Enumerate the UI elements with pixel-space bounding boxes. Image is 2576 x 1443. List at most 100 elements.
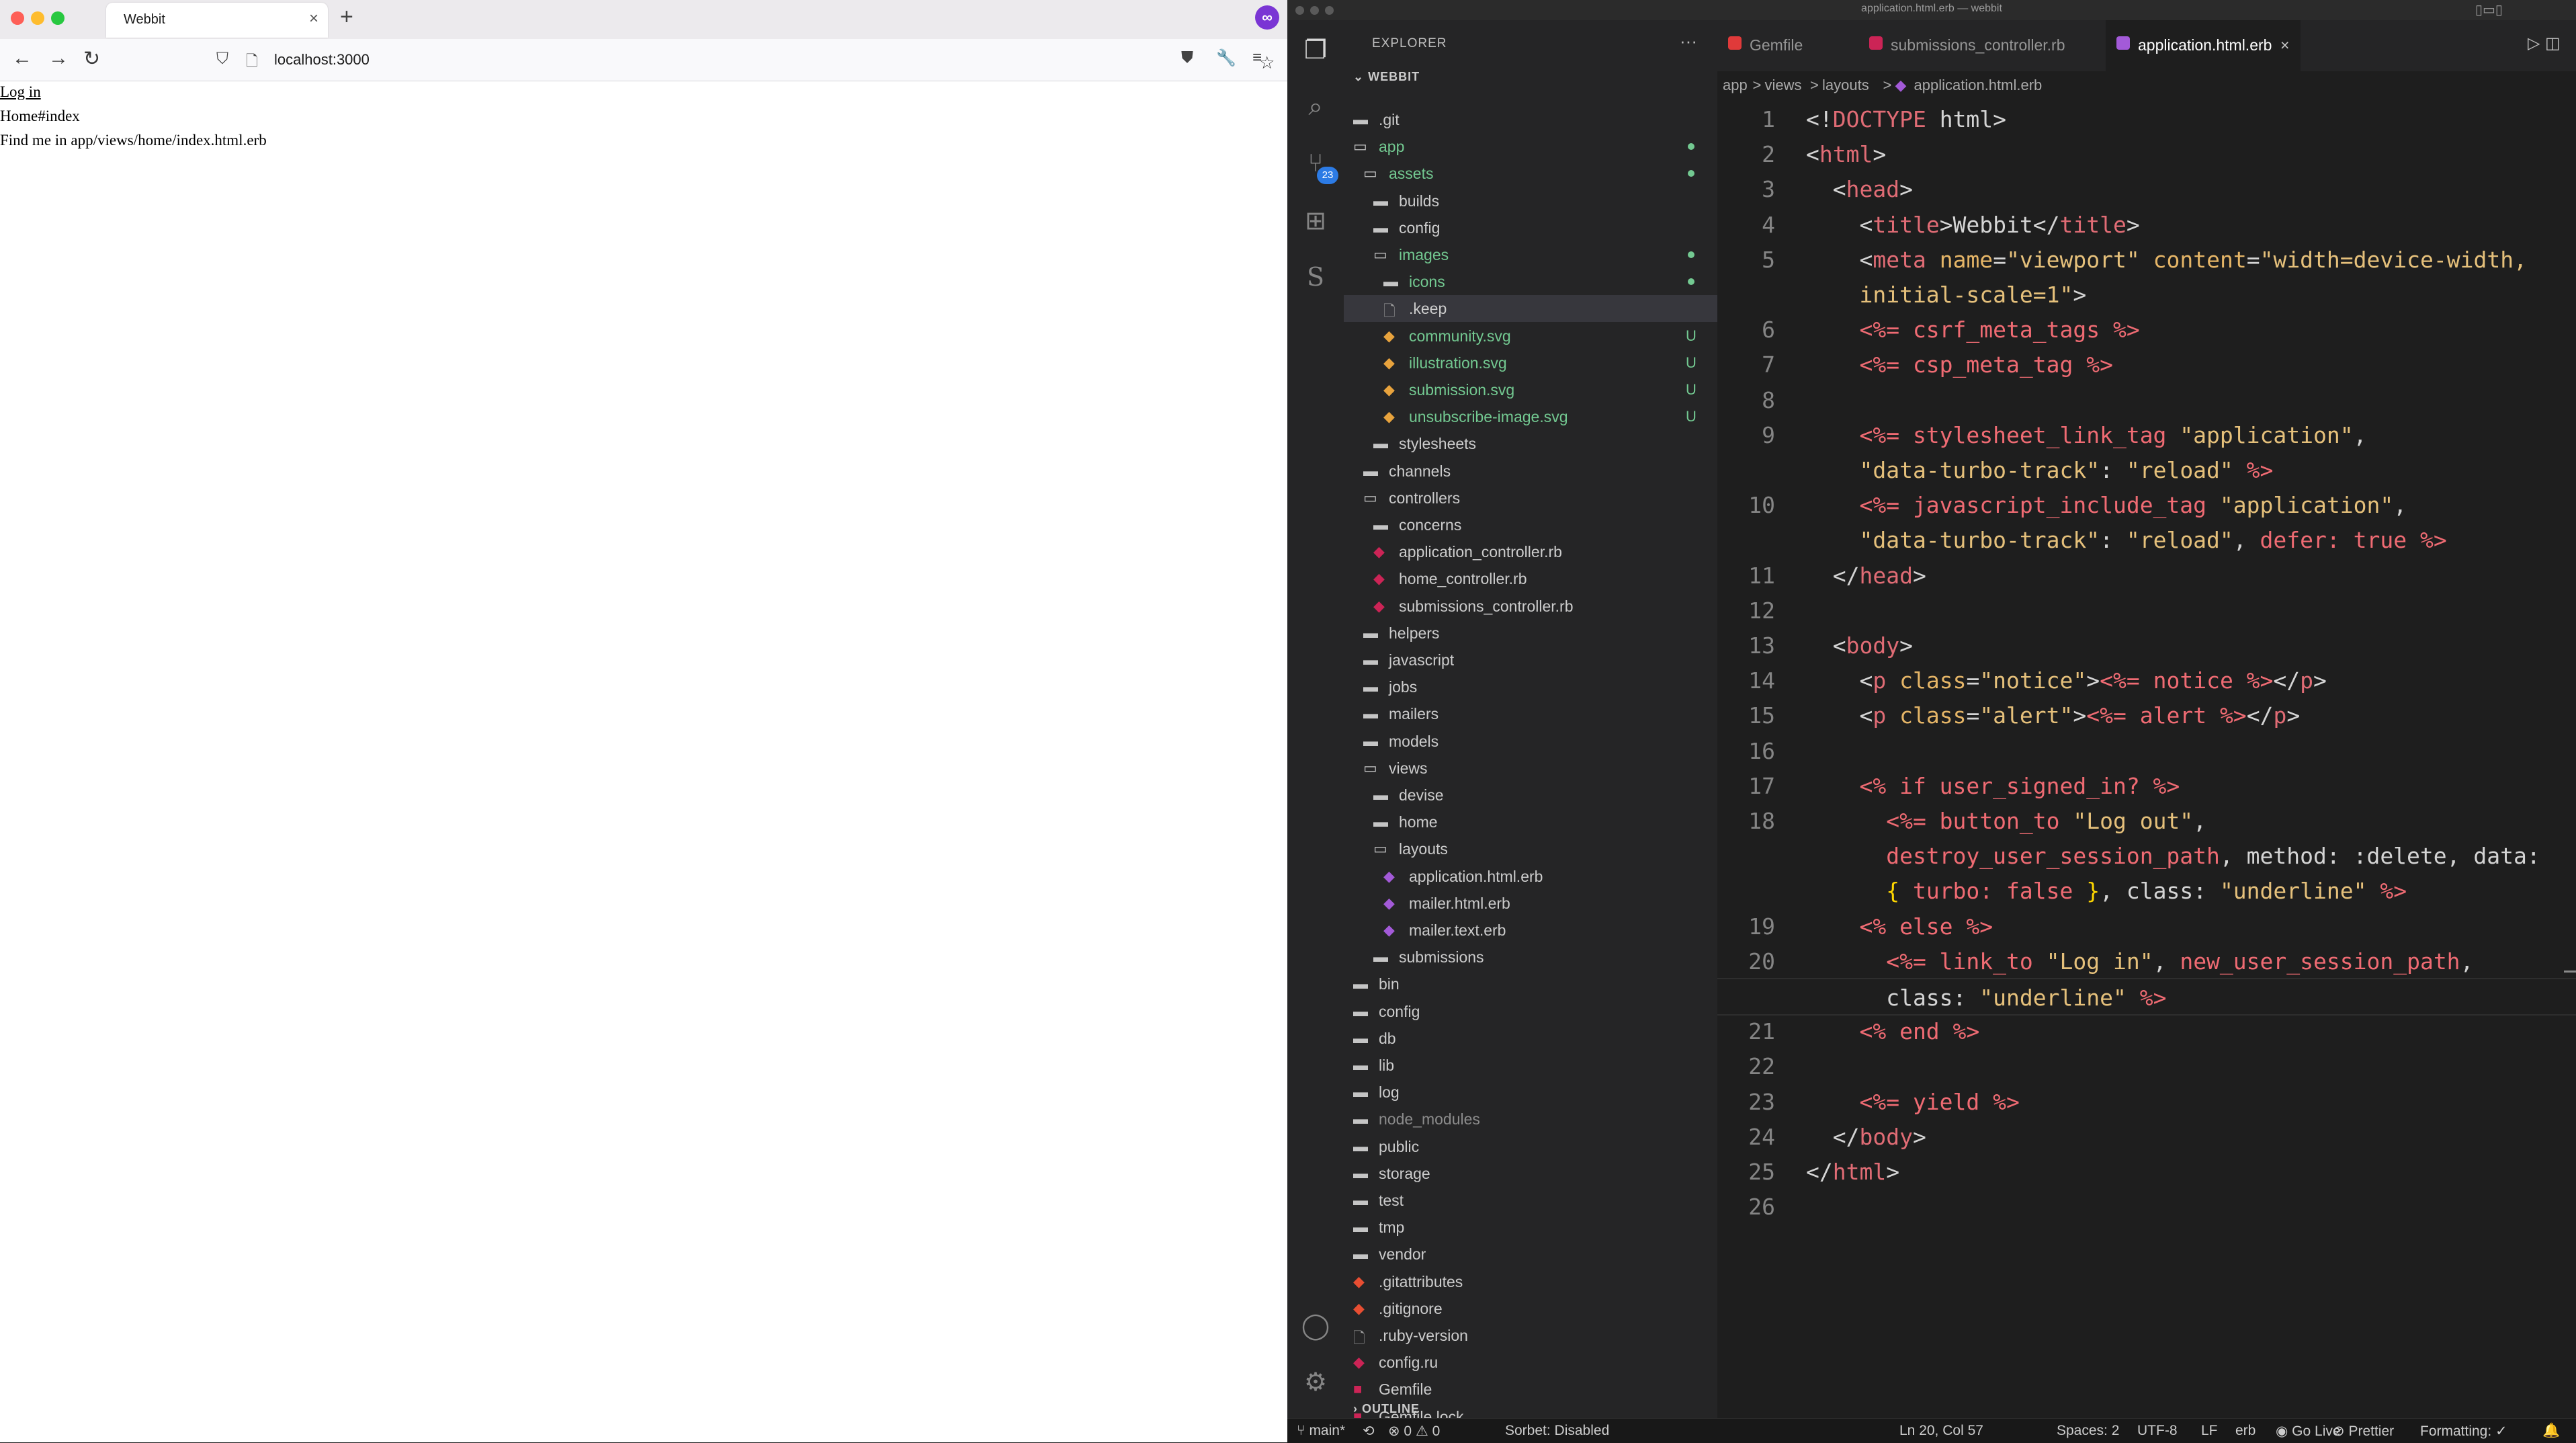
code-line[interactable]: "data-turbo-track": "reload", defer: tru… (1717, 522, 2576, 556)
code-line[interactable]: 11 </head> (1717, 557, 2576, 592)
tree-item[interactable]: ▭ assets (1344, 160, 1717, 187)
eol-status[interactable]: LF (2201, 1423, 2218, 1439)
zoom-window-button[interactable] (51, 11, 65, 25)
breadcrumb-item[interactable]: layouts (1822, 77, 1869, 94)
code-line[interactable]: 6 <%= csrf_meta_tags %> (1717, 311, 2576, 346)
editor-tab[interactable]: Gemfile (1717, 20, 1858, 71)
tree-item[interactable]: ◆ unsubscribe-image.svg U (1344, 403, 1717, 430)
code-line[interactable]: 22 (1717, 1048, 2576, 1083)
tree-item[interactable]: 🗋 .ruby-version (1344, 1322, 1717, 1349)
code-line[interactable]: 2 <html> (1717, 136, 2576, 171)
code-line[interactable]: 10 <%= javascript_include_tag "applicati… (1717, 487, 2576, 522)
notifications-bell-icon[interactable]: 🔔 (2542, 1423, 2560, 1439)
extensions-icon[interactable]: ⊞ (1287, 206, 1344, 236)
tree-item[interactable]: ◆ community.svg U (1344, 323, 1717, 349)
tree-item[interactable]: ▬ tmp (1344, 1214, 1717, 1241)
tree-item[interactable]: ▬ channels (1344, 458, 1717, 485)
wrench-icon[interactable]: 🔧 (1216, 48, 1236, 68)
split-editor-icon[interactable]: ◫ (2545, 34, 2561, 53)
tree-item[interactable]: ◆ submissions_controller.rb (1344, 593, 1717, 620)
tree-item[interactable]: ◆ submission.svg U (1344, 376, 1717, 403)
forward-arrow-icon[interactable]: → (48, 47, 69, 70)
tree-item[interactable]: ▬ mailers (1344, 700, 1717, 727)
tree-item[interactable]: ▬ icons (1344, 268, 1717, 295)
minimize-window-button[interactable] (31, 11, 44, 25)
tree-item[interactable]: ▬ vendor (1344, 1241, 1717, 1268)
tree-item[interactable]: ▬ builds (1344, 188, 1717, 214)
tree-item[interactable]: ◆ home_controller.rb (1344, 565, 1717, 592)
code-line[interactable]: initial-scale=1"> (1717, 276, 2576, 311)
tree-item[interactable]: ▭ views (1344, 755, 1717, 782)
tree-item[interactable]: ▬ home (1344, 809, 1717, 835)
breadcrumb-item[interactable]: views (1765, 77, 1802, 94)
indentation-status[interactable]: Spaces: 2 (2057, 1423, 2119, 1439)
tree-item[interactable]: ▬ test (1344, 1187, 1717, 1214)
reload-icon[interactable]: ↻ (83, 47, 100, 71)
close-tab-icon[interactable]: × (2280, 36, 2289, 54)
tree-item[interactable]: ◆ mailer.html.erb (1344, 890, 1717, 917)
go-live-status[interactable]: ◉ Go Live (2276, 1423, 2341, 1440)
tree-item[interactable]: ▬ submissions (1344, 944, 1717, 971)
tree-item[interactable]: ▬ config (1344, 214, 1717, 241)
code-line[interactable]: { turbo: false }, class: "underline" %> (1717, 872, 2576, 907)
branch-status[interactable]: ⑂ main* (1297, 1423, 1345, 1439)
tree-item[interactable]: ▬ db (1344, 1025, 1717, 1052)
tree-item[interactable]: ◆ application.html.erb (1344, 863, 1717, 890)
code-line[interactable]: 12 (1717, 592, 2576, 627)
code-line[interactable]: 19 <% else %> (1717, 908, 2576, 943)
tree-item[interactable]: ▭ layouts (1344, 835, 1717, 862)
back-arrow-icon[interactable]: ← (12, 47, 32, 70)
tree-item[interactable]: ▬ concerns (1344, 511, 1717, 538)
code-line[interactable]: class: "underline" %> (1717, 978, 2576, 1016)
run-icon[interactable]: ▷ (2528, 34, 2540, 53)
code-line[interactable]: 25 </html> (1717, 1153, 2576, 1188)
outline-header[interactable]: › OUTLINE (1353, 1402, 1420, 1416)
code-line[interactable]: 3 <head> (1717, 171, 2576, 206)
formatting-status[interactable]: Formatting: ✓ (2420, 1423, 2507, 1440)
code-line[interactable]: 20 <%= link_to "Log in", new_user_sessio… (1717, 943, 2576, 978)
code-line[interactable]: 15 <p class="alert"><%= alert %></p> (1717, 697, 2576, 732)
workspace-header[interactable]: ⌄ WEBBIT (1353, 70, 1420, 84)
tree-item[interactable]: ▬ jobs (1344, 673, 1717, 700)
browser-tab[interactable]: Webbit × (106, 3, 328, 38)
code-line[interactable]: 13 <body> (1717, 627, 2576, 662)
tree-item[interactable]: ◆ mailer.text.erb (1344, 917, 1717, 944)
code-line[interactable]: 18 <%= button_to "Log out", (1717, 802, 2576, 837)
code-line[interactable]: 21 <% end %> (1717, 1013, 2576, 1048)
sorbet-status[interactable]: Sorbet: Disabled (1505, 1423, 1609, 1439)
code-line[interactable]: 16 (1717, 733, 2576, 768)
code-line[interactable]: 14 <p class="notice"><%= notice %></p> (1717, 662, 2576, 697)
prettier-status[interactable]: ⊘ Prettier (2333, 1423, 2394, 1440)
account-icon[interactable]: ◯ (1287, 1311, 1344, 1341)
tree-item[interactable]: ◆ .gitignore (1344, 1295, 1717, 1322)
breadcrumb-item[interactable]: app (1723, 77, 1748, 94)
settings-gear-icon[interactable]: ⚙ (1287, 1367, 1344, 1397)
code-line[interactable]: 1 <!DOCTYPE html> (1717, 101, 2576, 136)
more-actions-icon[interactable]: ··· (1680, 31, 1697, 52)
code-line[interactable]: 23 <%= yield %> (1717, 1083, 2576, 1118)
tree-item[interactable]: ▬ stylesheets (1344, 430, 1717, 457)
code-line[interactable]: 4 <title>Webbit</title> (1717, 206, 2576, 241)
log-in-link[interactable]: Log in (0, 83, 41, 101)
code-line[interactable]: 7 <%= csp_meta_tag %> (1717, 346, 2576, 381)
tree-item[interactable]: ◆ config.ru (1344, 1349, 1717, 1376)
code-line[interactable]: 26 (1717, 1188, 2576, 1223)
tree-item[interactable]: ▬ node_modules (1344, 1106, 1717, 1132)
tree-item[interactable]: ▬ public (1344, 1133, 1717, 1160)
page-info-icon[interactable]: 🗋 (246, 50, 258, 75)
code-line[interactable]: 8 (1717, 382, 2576, 417)
encoding-status[interactable]: UTF-8 (2137, 1423, 2178, 1439)
code-line[interactable]: 9 <%= stylesheet_link_tag "application", (1717, 417, 2576, 452)
tree-item[interactable]: 🗋 .keep (1344, 295, 1717, 323)
tree-item[interactable]: ▬ models (1344, 728, 1717, 755)
layout-toggle-icon[interactable]: ▯▭▯ (2475, 1, 2503, 18)
tree-item[interactable]: ▬ .git (1344, 106, 1717, 133)
editor-tab[interactable]: application.html.erb × (2106, 20, 2301, 71)
extension-icon[interactable]: ∞ (1255, 5, 1279, 30)
explorer-icon[interactable]: ❐ (1287, 35, 1344, 65)
tree-item[interactable]: ▬ config (1344, 998, 1717, 1025)
tree-item[interactable]: ▬ helpers (1344, 620, 1717, 647)
url-text[interactable]: localhost:3000 (274, 51, 370, 69)
tree-item[interactable]: ▬ javascript (1344, 647, 1717, 673)
code-line[interactable]: 24 </body> (1717, 1118, 2576, 1153)
